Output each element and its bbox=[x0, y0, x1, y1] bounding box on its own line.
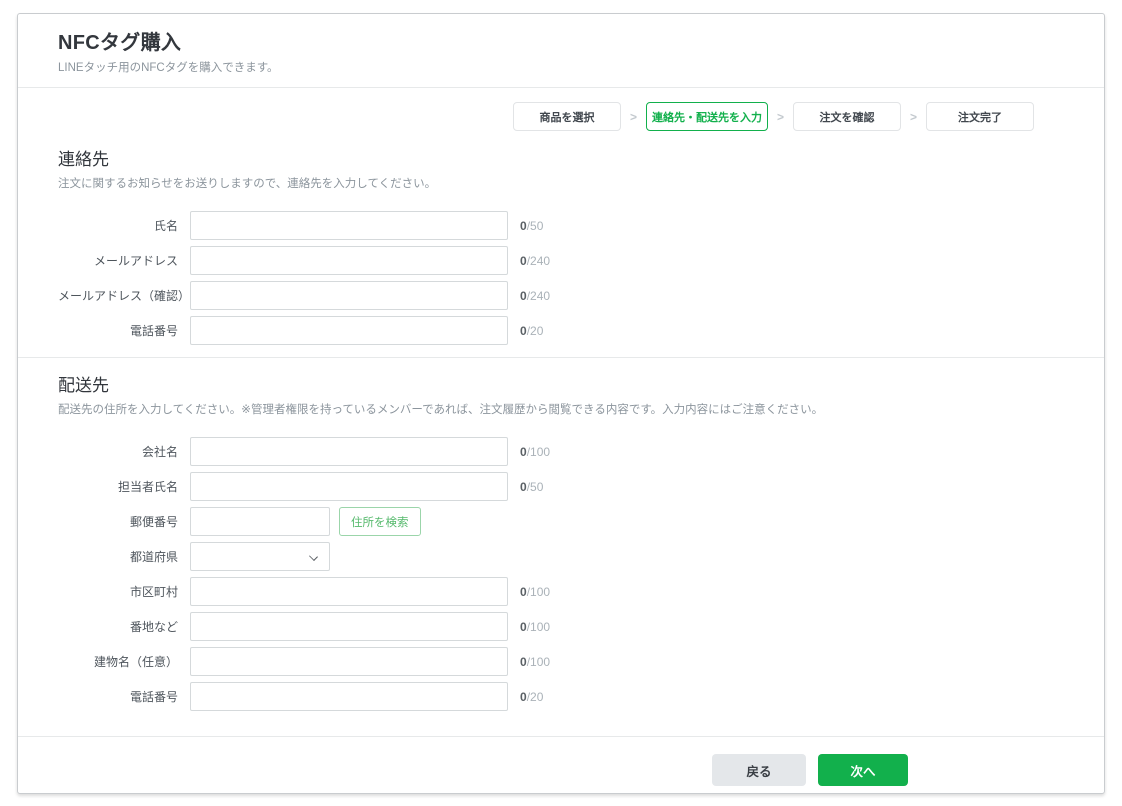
email-max: /240 bbox=[527, 254, 550, 268]
contact-name-label: 担当者氏名 bbox=[58, 478, 178, 495]
contact-name-max: /50 bbox=[527, 480, 544, 494]
phone-max: /20 bbox=[527, 324, 544, 338]
email-confirm-counter: 0/240 bbox=[520, 289, 550, 303]
step-enter-contact-shipping: 連絡先・配送先を入力 bbox=[646, 102, 768, 131]
card-header: NFCタグ購入 LINEタッチ用のNFCタグを購入できます。 bbox=[18, 14, 1104, 87]
building-count: 0 bbox=[520, 655, 527, 669]
email-confirm-max: /240 bbox=[527, 289, 550, 303]
street-max: /100 bbox=[527, 620, 550, 634]
chevron-right-icon: > bbox=[777, 110, 784, 124]
prefecture-select[interactable] bbox=[190, 542, 330, 571]
back-button[interactable]: 戻る bbox=[712, 754, 806, 786]
prefecture-label: 都道府県 bbox=[58, 548, 178, 565]
address-search-button[interactable]: 住所を検索 bbox=[339, 507, 421, 536]
step-select-product: 商品を選択 bbox=[513, 102, 621, 131]
shipping-section-description: 配送先の住所を入力してください。※管理者権限を持っているメンバーであれば、注文履… bbox=[58, 403, 1064, 418]
field-row-city: 市区町村 0/100 bbox=[58, 577, 1064, 606]
chevron-down-icon bbox=[309, 552, 318, 561]
page-title: NFCタグ購入 bbox=[58, 30, 1064, 56]
shipping-phone-max: /20 bbox=[527, 690, 544, 704]
postal-code-label: 郵便番号 bbox=[58, 513, 178, 530]
nfc-purchase-card: NFCタグ購入 LINEタッチ用のNFCタグを購入できます。 商品を選択 > 連絡先… bbox=[17, 13, 1105, 794]
contact-section-description: 注文に関するお知らせをお送りしますので、連絡先を入力してください。 bbox=[58, 177, 1064, 192]
field-row-building: 建物名（任意） 0/100 bbox=[58, 647, 1064, 676]
shipping-fields: 会社名0/100担当者氏名0/50郵便番号住所を検索都道府県市区町村0/100番… bbox=[58, 437, 1064, 711]
building-max: /100 bbox=[527, 655, 550, 669]
city-counter: 0/100 bbox=[520, 585, 550, 599]
shipping-section: 配送先 配送先の住所を入力してください。※管理者権限を持っているメンバーであれば… bbox=[18, 375, 1104, 711]
contact-name-counter: 0/50 bbox=[520, 480, 543, 494]
header-divider bbox=[18, 87, 1104, 88]
field-row-email-confirm: メールアドレス（確認） 0/240 bbox=[58, 281, 1064, 310]
city-input[interactable] bbox=[190, 577, 508, 606]
field-row-street: 番地など 0/100 bbox=[58, 612, 1064, 641]
company-label: 会社名 bbox=[58, 443, 178, 460]
company-count: 0 bbox=[520, 445, 527, 459]
order-stepper: 商品を選択 > 連絡先・配送先を入力 > 注文を確認 > 注文完了 bbox=[58, 101, 1034, 132]
footer-divider bbox=[18, 736, 1104, 737]
building-label: 建物名（任意） bbox=[58, 653, 178, 670]
company-counter: 0/100 bbox=[520, 445, 550, 459]
phone-count: 0 bbox=[520, 324, 527, 338]
step-order-complete: 注文完了 bbox=[926, 102, 1034, 131]
name-label: 氏名 bbox=[58, 217, 178, 234]
contact-section: 連絡先 注文に関するお知らせをお送りしますので、連絡先を入力してください。 氏名… bbox=[18, 149, 1104, 345]
field-row-company: 会社名 0/100 bbox=[58, 437, 1064, 466]
phone-label: 電話番号 bbox=[58, 322, 178, 339]
shipping-section-title: 配送先 bbox=[58, 375, 1064, 397]
name-count: 0 bbox=[520, 219, 527, 233]
section-divider bbox=[18, 357, 1104, 358]
shipping-phone-input[interactable] bbox=[190, 682, 508, 711]
postal-code-input[interactable] bbox=[190, 507, 330, 536]
city-count: 0 bbox=[520, 585, 527, 599]
shipping-phone-count: 0 bbox=[520, 690, 527, 704]
next-button[interactable]: 次へ bbox=[818, 754, 908, 786]
email-confirm-count: 0 bbox=[520, 289, 527, 303]
company-input[interactable] bbox=[190, 437, 508, 466]
street-count: 0 bbox=[520, 620, 527, 634]
building-input[interactable] bbox=[190, 647, 508, 676]
email-count: 0 bbox=[520, 254, 527, 268]
name-max: /50 bbox=[527, 219, 544, 233]
field-row-email: メールアドレス 0/240 bbox=[58, 246, 1064, 275]
email-input[interactable] bbox=[190, 246, 508, 275]
street-label: 番地など bbox=[58, 618, 178, 635]
email-confirm-label: メールアドレス（確認） bbox=[58, 287, 178, 304]
shipping-phone-counter: 0/20 bbox=[520, 690, 543, 704]
phone-counter: 0/20 bbox=[520, 324, 543, 338]
field-row-postal-code: 郵便番号 住所を検索 bbox=[58, 507, 1064, 536]
contact-name-count: 0 bbox=[520, 480, 527, 494]
company-max: /100 bbox=[527, 445, 550, 459]
chevron-right-icon: > bbox=[910, 110, 917, 124]
email-confirm-input[interactable] bbox=[190, 281, 508, 310]
street-input[interactable] bbox=[190, 612, 508, 641]
email-label: メールアドレス bbox=[58, 252, 178, 269]
step-confirm-order: 注文を確認 bbox=[793, 102, 901, 131]
chevron-right-icon: > bbox=[630, 110, 637, 124]
field-row-phone: 電話番号 0/20 bbox=[58, 316, 1064, 345]
field-row-contact-name: 担当者氏名 0/50 bbox=[58, 472, 1064, 501]
building-counter: 0/100 bbox=[520, 655, 550, 669]
contact-section-title: 連絡先 bbox=[58, 149, 1064, 171]
email-counter: 0/240 bbox=[520, 254, 550, 268]
city-label: 市区町村 bbox=[58, 583, 178, 600]
contact-name-input[interactable] bbox=[190, 472, 508, 501]
phone-input[interactable] bbox=[190, 316, 508, 345]
name-counter: 0/50 bbox=[520, 219, 543, 233]
street-counter: 0/100 bbox=[520, 620, 550, 634]
field-row-name: 氏名 0/50 bbox=[58, 211, 1064, 240]
contact-fields: 氏名0/50メールアドレス0/240メールアドレス（確認）0/240電話番号0/… bbox=[58, 211, 1064, 345]
city-max: /100 bbox=[527, 585, 550, 599]
shipping-phone-label: 電話番号 bbox=[58, 688, 178, 705]
name-input[interactable] bbox=[190, 211, 508, 240]
field-row-prefecture: 都道府県 bbox=[58, 542, 1064, 571]
field-row-shipping-phone: 電話番号 0/20 bbox=[58, 682, 1064, 711]
page-subtitle: LINEタッチ用のNFCタグを購入できます。 bbox=[58, 61, 1064, 75]
footer-actions: 戻る 次へ bbox=[18, 754, 1104, 786]
